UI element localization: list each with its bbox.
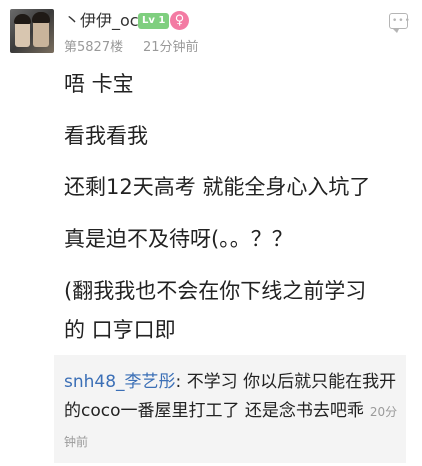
post-content-line: 真是迫不及待呀(。。？？	[64, 227, 293, 251]
reply-icon[interactable]: •••	[389, 13, 410, 33]
floor-number: 第5827楼	[64, 40, 124, 55]
post-content-line: 看我看我	[64, 124, 148, 148]
post-content-line: (翻我我也不会在你下线之前学习	[64, 279, 367, 303]
post-content-line: 的 口亨口即	[64, 318, 176, 342]
post-time: 21分钟前	[143, 40, 199, 55]
post-content-line: 唔 卡宝	[64, 72, 134, 96]
level-badge: Lv 1	[138, 13, 170, 29]
reply-item[interactable]: snh48_李艺彤: 不学习 你以后就只能在我开的coco一番屋里打工了 还是念…	[64, 368, 400, 457]
female-icon: ♀	[170, 11, 189, 30]
reply-separator: :	[175, 372, 187, 392]
reply-box: snh48_李艺彤: 不学习 你以后就只能在我开的coco一番屋里打工了 还是念…	[54, 355, 406, 463]
post-username[interactable]: 丶伊伊_oc	[64, 11, 139, 31]
reply-username[interactable]: snh48_李艺彤	[64, 372, 176, 392]
avatar[interactable]	[10, 9, 54, 53]
post-content-line: 还剩12天高考 就能全身心入坑了	[64, 175, 371, 199]
